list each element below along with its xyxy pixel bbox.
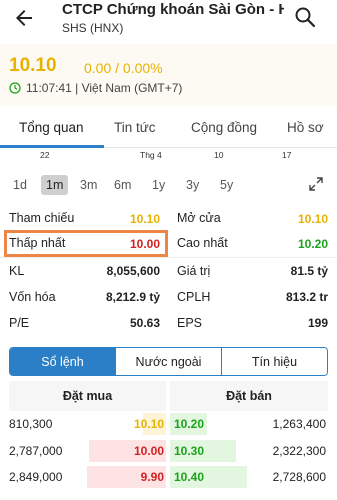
- stat-value-high: 10.20: [297, 237, 328, 251]
- stat-label-open: Mở cửa: [177, 211, 221, 225]
- section-tabs: Tổng quan Tin tức Cộng đồng Hồ sơ: [0, 108, 337, 148]
- stat-value-eps: 199: [307, 316, 328, 330]
- sell-volume: 2,728,600: [272, 470, 326, 484]
- sell-price: 10.20: [174, 417, 205, 431]
- buy-volume: 2,849,000: [9, 470, 63, 484]
- orderbook-segment-control: Sổ lệnh Nước ngoài Tín hiệu: [9, 347, 328, 376]
- range-1d[interactable]: 1d: [13, 178, 27, 192]
- stat-value-value: 81.5 tỷ: [290, 264, 328, 278]
- range-6m[interactable]: 6m: [114, 178, 131, 192]
- chart-axis-label: 22: [40, 150, 50, 160]
- stat-value-shares-outstanding: 813.2 tr: [285, 290, 328, 304]
- stat-value-volume: 8,055,600: [106, 264, 160, 278]
- sell-price: 10.40: [174, 470, 205, 484]
- active-tab-indicator: [0, 145, 104, 148]
- tab-profile[interactable]: Hồ sơ: [287, 120, 324, 135]
- range-5y[interactable]: 5y: [220, 178, 233, 192]
- stat-label-reference: Tham chiếu: [9, 211, 75, 225]
- orderbook-row: 2,849,000 9.90 10.40 2,728,600: [0, 465, 337, 489]
- segment-foreign[interactable]: Nước ngoài: [115, 348, 221, 375]
- orderbook-buy-header: Đặt mua: [9, 381, 166, 411]
- clock-icon: [9, 82, 21, 94]
- stat-label-shares-outstanding: CPLH: [177, 290, 211, 304]
- stat-label-market-cap: Vốn hóa: [9, 290, 56, 304]
- market-time-text: 11:07:41 | Việt Nam (GMT+7): [26, 81, 183, 95]
- range-1y[interactable]: 1y: [152, 178, 165, 192]
- range-1m[interactable]: 1m: [41, 175, 69, 195]
- stat-value-market-cap: 8,212.9 tỷ: [105, 290, 160, 304]
- sell-volume: 2,322,300: [272, 444, 326, 458]
- search-icon[interactable]: [293, 5, 317, 29]
- market-time: 11:07:41 | Việt Nam (GMT+7): [9, 81, 182, 95]
- orderbook-sell-header: Đặt bán: [170, 381, 328, 411]
- stat-value-open: 10.10: [297, 212, 328, 226]
- buy-volume: 810,300: [9, 417, 53, 431]
- stock-ticker-exchange: SHS (HNX): [62, 21, 124, 35]
- stat-value-reference: 10.10: [129, 212, 160, 226]
- price-summary: 10.10 0.00 / 0.00% 11:07:41 | Việt Nam (…: [0, 44, 337, 106]
- time-range-selector: 1d 1m 3m 6m 1y 3y 5y: [0, 172, 337, 200]
- range-3y[interactable]: 3y: [186, 178, 199, 192]
- stat-value-pe: 50.63: [129, 316, 160, 330]
- stat-label-pe: P/E: [9, 316, 30, 330]
- sell-volume: 1,263,400: [272, 417, 326, 431]
- last-price: 10.10: [9, 55, 57, 76]
- segment-signals[interactable]: Tín hiệu: [221, 348, 327, 375]
- chart-axis-label: 10: [214, 150, 224, 160]
- buy-price: 9.90: [140, 470, 164, 484]
- range-3m[interactable]: 3m: [80, 178, 97, 192]
- orderbook-row: 2,787,000 10.00 10.30 2,322,300: [0, 439, 337, 463]
- orderbook-row: 810,300 10.10 10.20 1,263,400: [0, 412, 337, 436]
- price-change: 0.00 / 0.00%: [84, 60, 163, 76]
- buy-price: 10.00: [133, 444, 164, 458]
- stat-label-volume: KL: [9, 264, 25, 278]
- tab-overview[interactable]: Tổng quan: [19, 120, 84, 135]
- segment-order-book[interactable]: Sổ lệnh: [10, 348, 115, 375]
- stat-label-value: Giá trị: [177, 264, 211, 278]
- chart-axis-label: 17: [282, 150, 292, 160]
- stat-label-eps: EPS: [177, 316, 203, 330]
- sell-price: 10.30: [174, 444, 205, 458]
- buy-price: 10.10: [133, 417, 164, 431]
- stock-company-title: CTCP Chứng khoán Sài Gòn - Hà...: [62, 1, 284, 18]
- buy-volume: 2,787,000: [9, 444, 63, 458]
- stat-label-high: Cao nhất: [177, 236, 228, 250]
- tab-news[interactable]: Tin tức: [114, 120, 156, 135]
- chart-axis-label: Thg 4: [140, 150, 162, 160]
- app-header: CTCP Chứng khoán Sài Gòn - Hà... SHS (HN…: [0, 0, 337, 44]
- tab-community[interactable]: Cộng đồng: [191, 120, 257, 135]
- back-arrow-icon[interactable]: [12, 6, 36, 30]
- stat-value-low: 10.00: [129, 237, 160, 251]
- stat-label-low: Thấp nhất: [9, 236, 66, 250]
- expand-chart-icon[interactable]: [308, 176, 324, 192]
- divider: [0, 257, 337, 258]
